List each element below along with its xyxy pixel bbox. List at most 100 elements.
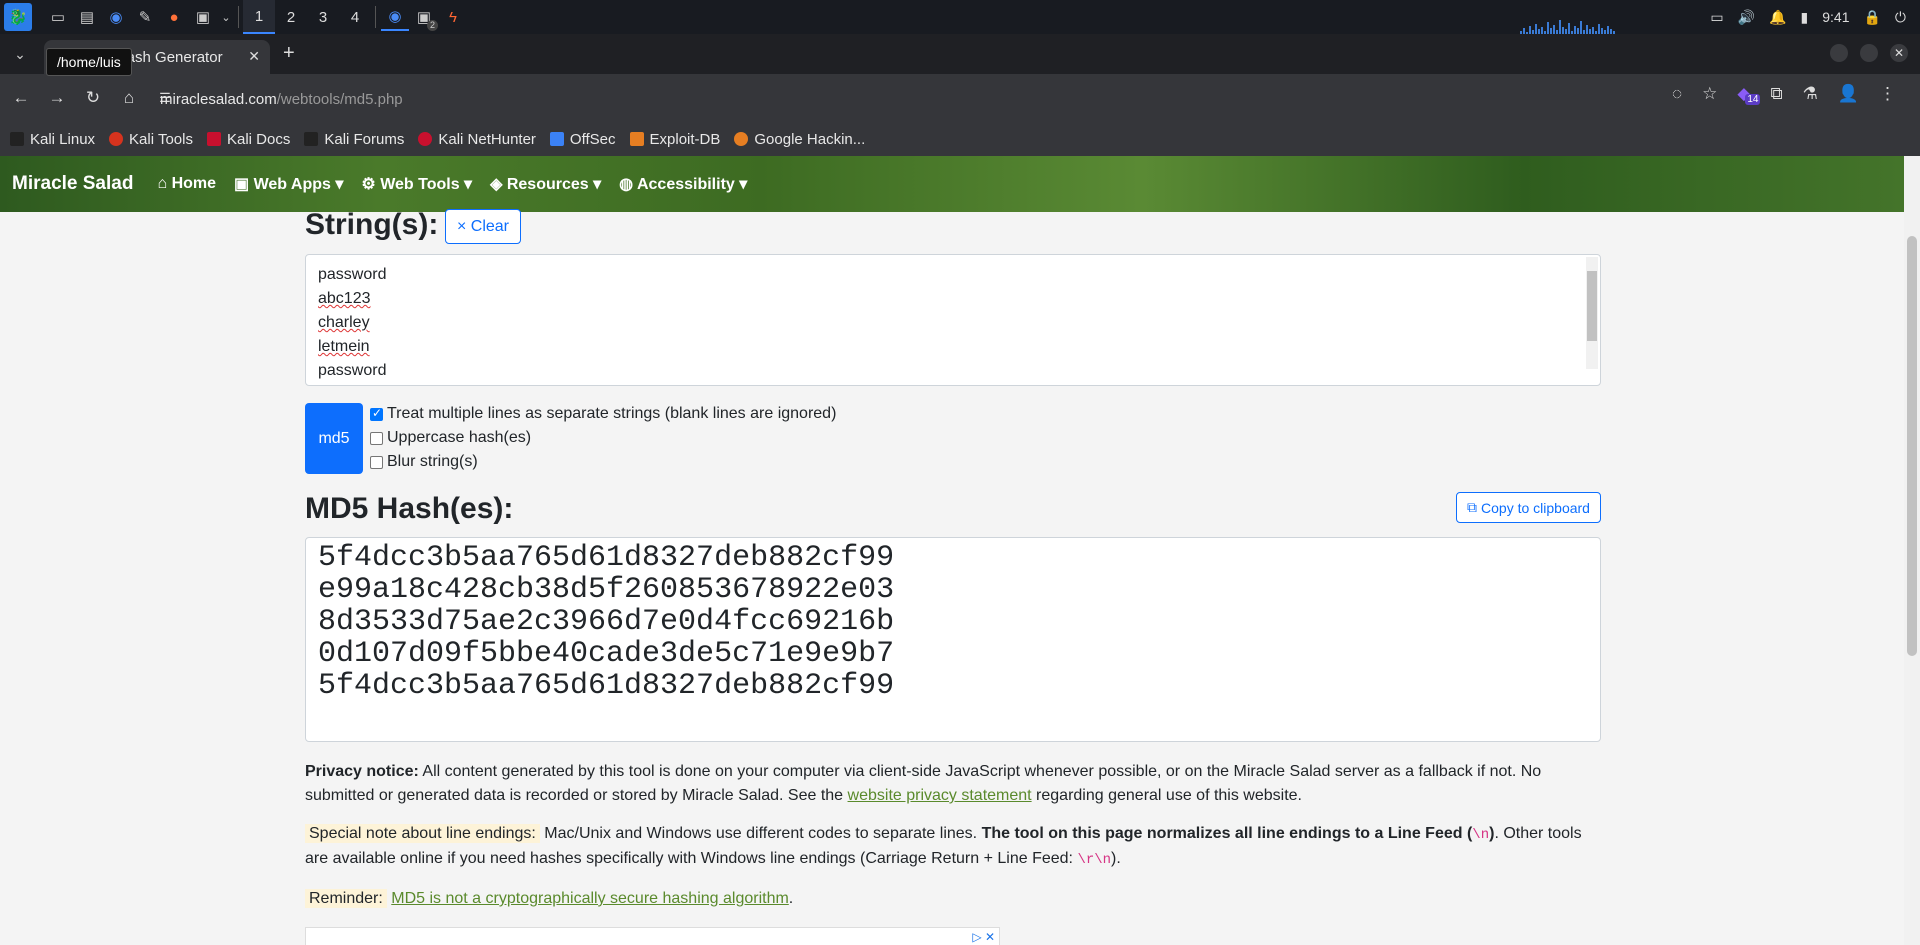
chromium-icon[interactable]: ◉	[102, 3, 130, 31]
workspace-4[interactable]: 4	[339, 0, 371, 34]
chevron-down-icon[interactable]: ⌄	[218, 3, 234, 31]
md5-insecure-link[interactable]: MD5 is not a cryptographically secure ha…	[391, 890, 789, 907]
kali-icon	[10, 132, 24, 146]
url-path: /webtools/md5.php	[276, 90, 403, 108]
volume-icon[interactable]: 🔊	[1738, 9, 1755, 26]
hash-line: e99a18c428cb38d5f260853678922e03	[318, 573, 895, 607]
input-line: letmein	[318, 338, 370, 355]
terminal-window-icon[interactable]: ▣ 2	[410, 3, 438, 31]
profile-icon[interactable]: 👤	[1838, 84, 1859, 104]
input-line: abc123	[318, 290, 371, 307]
bookmark-offsec[interactable]: OffSec	[549, 131, 616, 148]
desktop-icon[interactable]: ▭	[44, 3, 72, 31]
md5-button[interactable]: md5	[305, 403, 363, 474]
workspace-1[interactable]: 1	[243, 0, 275, 34]
nav-resources[interactable]: ◈ Resources ▾	[490, 174, 601, 194]
workspace-2[interactable]: 2	[275, 0, 307, 34]
gears-icon: ⚙	[361, 176, 381, 193]
page-scrollbar[interactable]	[1904, 156, 1920, 945]
address-bar[interactable]: miraclesalad.com/webtools/md5.php	[160, 84, 1700, 114]
offsec-icon	[549, 132, 564, 146]
bookmark-exploit-db[interactable]: Exploit-DB	[629, 131, 720, 148]
exploit-db-icon	[629, 132, 644, 146]
separator	[375, 6, 376, 28]
separator	[238, 6, 239, 28]
page-scrollbar-thumb[interactable]	[1907, 236, 1917, 656]
bookmarks-bar: Kali Linux Kali Tools Kali Docs Kali For…	[0, 122, 1920, 156]
privacy-notice: Privacy notice: All content generated by…	[305, 763, 1542, 804]
close-icon[interactable]: ✕	[248, 48, 260, 65]
blur-checkbox[interactable]	[370, 455, 383, 469]
eye-off-icon[interactable]: ◌	[1672, 84, 1682, 104]
burp-icon[interactable]: ϟ	[439, 3, 467, 31]
extension-badge-icon[interactable]: ◆ 14	[1737, 84, 1761, 105]
system-tray: ▭ 🔊 🔔 ▮ 9:41 🔒 ⏻	[1710, 0, 1920, 34]
hash-line: 0d107d09f5bbe40cade3de5c71e9e9b7	[318, 637, 895, 671]
textarea-scrollbar[interactable]	[1586, 257, 1598, 369]
menu-icon[interactable]: ⋮	[1879, 84, 1896, 104]
ad-banner[interactable]: ▷ ✕	[305, 927, 1000, 945]
back-icon[interactable]: ←	[6, 83, 36, 113]
nav-accessibility[interactable]: ◍ Accessibility ▾	[619, 174, 747, 194]
tooltip: /home/luis	[46, 48, 132, 76]
kali-tools-icon	[109, 132, 124, 146]
gift-icon: ◈	[490, 176, 507, 193]
battery-icon[interactable]: ▮	[1801, 9, 1809, 26]
bookmark-kali-forums[interactable]: Kali Forums	[304, 131, 404, 148]
clock[interactable]: 9:41	[1822, 9, 1849, 25]
accessibility-icon: ◍	[619, 176, 637, 193]
multiline-checkbox[interactable]	[370, 406, 383, 421]
bookmark-kali-nethunter[interactable]: Kali NetHunter	[418, 131, 536, 148]
maximize-icon[interactable]	[1860, 44, 1878, 62]
text-editor-icon[interactable]: ✎	[131, 3, 159, 31]
clear-button[interactable]: × Clear	[445, 209, 521, 244]
window-close-icon[interactable]: ✕	[1890, 44, 1908, 62]
terminal-icon[interactable]: ▣	[189, 3, 217, 31]
display-icon[interactable]: ▭	[1710, 9, 1723, 26]
strings-input[interactable]: password abc123 charley letmein password	[305, 254, 1601, 386]
hash-line: 8d3533d75ae2c3966d7e0d4fcc69216b	[318, 605, 895, 639]
google-hacking-icon	[734, 132, 749, 146]
chromium-window-icon[interactable]: ◉	[381, 3, 409, 31]
power-icon[interactable]: ⏻	[1895, 9, 1906, 26]
site-navbar: Miracle Salad ⌂ Home ▣ Web Apps ▾ ⚙ Web …	[0, 156, 1904, 212]
site-brand[interactable]: Miracle Salad	[12, 173, 133, 195]
nav-home[interactable]: ⌂ Home	[157, 175, 216, 193]
bookmark-star-icon[interactable]: ☆	[1702, 84, 1717, 104]
kali-forums-icon	[304, 132, 319, 146]
bookmark-kali-tools[interactable]: Kali Tools	[109, 131, 193, 148]
forward-icon[interactable]: →	[42, 83, 72, 113]
home-icon: ⌂	[157, 175, 172, 192]
reload-icon[interactable]: ↻	[78, 83, 108, 113]
copy-to-clipboard-button[interactable]: ⧉ Copy to clipboard	[1456, 492, 1601, 523]
option-uppercase[interactable]: Uppercase hash(es)	[370, 429, 531, 447]
labs-icon[interactable]: ⚗	[1803, 84, 1818, 104]
nethunter-icon	[418, 132, 433, 146]
window-controls: ✕	[1830, 44, 1908, 62]
new-tab-icon[interactable]: +	[283, 42, 295, 65]
workspace-3[interactable]: 3	[307, 0, 339, 34]
minimize-icon[interactable]	[1830, 44, 1848, 62]
extensions-icon[interactable]: ⧉	[1770, 84, 1782, 104]
reminder-note: Reminder: MD5 is not a cryptographically…	[305, 887, 1601, 911]
uppercase-checkbox[interactable]	[370, 431, 383, 445]
ad-choices-icon[interactable]: ▷ ✕	[972, 930, 995, 944]
option-blur[interactable]: Blur string(s)	[370, 453, 478, 471]
home-icon[interactable]: ⌂	[114, 83, 144, 113]
file-manager-icon[interactable]: ▤	[73, 3, 101, 31]
bookmark-kali-docs[interactable]: Kali Docs	[206, 131, 290, 148]
scrollbar-thumb[interactable]	[1587, 271, 1597, 341]
firefox-icon[interactable]: ●	[160, 3, 188, 31]
nav-web-apps[interactable]: ▣ Web Apps ▾	[234, 174, 343, 194]
option-multiline[interactable]: Treat multiple lines as separate strings…	[370, 405, 836, 423]
nav-web-tools[interactable]: ⚙ Web Tools ▾	[361, 174, 472, 194]
privacy-statement-link[interactable]: website privacy statement	[848, 787, 1032, 804]
bookmark-google-hacking[interactable]: Google Hackin...	[734, 131, 865, 148]
network-graph	[1520, 18, 1665, 34]
kali-menu-icon[interactable]: 🐉	[4, 3, 32, 31]
hash-output[interactable]: 5f4dcc3b5aa765d61d8327deb882cf99 e99a18c…	[305, 537, 1601, 742]
lock-icon[interactable]: 🔒	[1863, 9, 1880, 26]
notification-bell-icon[interactable]: 🔔	[1769, 9, 1786, 26]
tab-search-icon[interactable]: ⌄	[8, 42, 32, 66]
bookmark-kali-linux[interactable]: Kali Linux	[10, 131, 95, 148]
